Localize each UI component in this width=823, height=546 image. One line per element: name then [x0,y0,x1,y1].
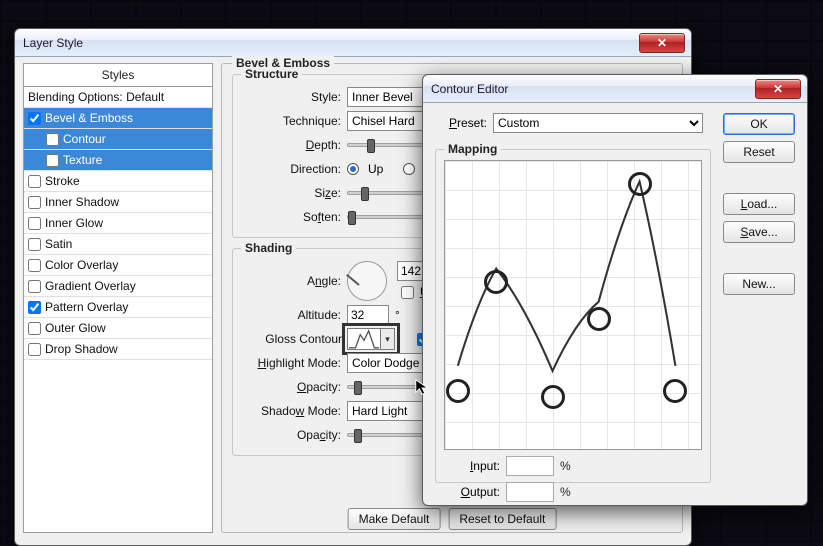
style-checkbox[interactable] [28,196,41,209]
style-label-text: Outer Glow [45,321,106,335]
angle-dial[interactable] [347,261,387,301]
reset-to-default-button[interactable]: Reset to Default [448,508,556,530]
style-checkbox[interactable] [28,259,41,272]
preset-select[interactable]: Custom [493,113,703,133]
direction-up-radio[interactable] [347,163,359,175]
input-label: Input: [444,459,500,473]
size-label: Size: [241,186,341,200]
style-list-item[interactable]: Bevel & Emboss [24,108,212,129]
styles-header: Styles [24,64,212,87]
style-label-text: Pattern Overlay [45,300,128,314]
output-label: Output: [444,485,500,499]
structure-legend: Structure [241,67,302,81]
curve-grid[interactable] [444,160,702,450]
style-label-text: Blending Options: Default [28,90,164,104]
curve-handle[interactable] [587,307,611,331]
style-list-item[interactable]: Color Overlay [24,255,212,276]
new-button[interactable]: New... [723,273,795,295]
style-list-item[interactable]: Outer Glow [24,318,212,339]
style-list-item[interactable]: Gradient Overlay [24,276,212,297]
style-label: Style: [241,90,341,104]
direction-label: Direction: [241,162,341,176]
style-checkbox[interactable] [28,301,41,314]
use-global-light-checkbox[interactable] [401,286,414,299]
style-list-item[interactable]: Blending Options: Default [24,87,212,108]
shadow-opacity-label: Opacity: [241,428,341,442]
soften-label: Soften: [241,210,341,224]
shadow-mode-label: Shadow Mode: [241,404,341,418]
style-list-item[interactable]: Inner Shadow [24,192,212,213]
highlight-mode-label: Highlight Mode: [241,356,341,370]
gloss-contour-label: Gloss Contour [241,332,341,346]
layer-style-titlebar[interactable]: Layer Style ✕ [15,29,691,57]
styles-panel: Styles Blending Options: Default Bevel & … [23,63,213,533]
style-label-text: Bevel & Emboss [45,111,133,125]
curve-handle[interactable] [446,379,470,403]
ok-button[interactable]: OK [723,113,795,135]
style-checkbox[interactable] [46,133,59,146]
gloss-contour-picker[interactable] [347,328,381,350]
style-list-item[interactable]: Stroke [24,171,212,192]
style-label-text: Contour [63,132,106,146]
input-value[interactable] [506,456,554,476]
styles-list: Blending Options: Default Bevel & Emboss C… [24,87,212,360]
mapping-legend: Mapping [444,142,501,156]
curve-handle[interactable] [663,379,687,403]
curve-handle[interactable] [541,385,565,409]
style-label-text: Inner Glow [45,216,103,230]
highlight-opacity-label: Opacity: [241,380,341,394]
load-button[interactable]: Load... [723,193,795,215]
depth-label: Depth: [241,138,341,152]
technique-label: Technique: [241,114,341,128]
style-checkbox[interactable] [28,280,41,293]
contour-editor-titlebar[interactable]: Contour Editor ✕ [423,75,807,103]
curve-handle[interactable] [628,172,652,196]
style-label-text: Texture [63,153,102,167]
angle-label: Angle: [241,274,341,288]
style-checkbox[interactable] [28,217,41,230]
style-list-item[interactable]: Inner Glow [24,213,212,234]
layer-style-title: Layer Style [21,36,83,50]
save-button[interactable]: Save... [723,221,795,243]
style-checkbox[interactable] [28,343,41,356]
curve-handle[interactable] [484,270,508,294]
style-checkbox[interactable] [28,112,41,125]
preset-label: Preset: [435,116,487,130]
style-list-item[interactable]: Texture [24,150,212,171]
style-checkbox[interactable] [28,238,41,251]
style-list-item[interactable]: Satin [24,234,212,255]
style-checkbox[interactable] [28,322,41,335]
altitude-label: Altitude: [241,308,341,322]
mapping-group: Mapping Input: % Output: % [435,149,711,483]
output-value[interactable] [506,482,554,502]
close-icon[interactable]: ✕ [639,33,685,53]
direction-down-radio[interactable] [403,163,415,175]
altitude-input[interactable]: 32 [347,305,389,325]
shading-legend: Shading [241,241,296,255]
style-list-item[interactable]: Pattern Overlay [24,297,212,318]
style-list-item[interactable]: Contour [24,129,212,150]
style-label-text: Stroke [45,174,80,188]
style-label-text: Gradient Overlay [45,279,136,293]
gloss-contour-dropdown-icon[interactable]: ▾ [381,328,395,350]
style-checkbox[interactable] [46,154,59,167]
contour-editor-window: Contour Editor ✕ Preset: Custom OK Reset… [422,74,808,506]
direction-up-label: Up [368,162,383,176]
style-label-text: Drop Shadow [45,342,118,356]
style-label-text: Satin [45,237,72,251]
style-label-text: Color Overlay [45,258,118,272]
style-list-item[interactable]: Drop Shadow [24,339,212,360]
style-checkbox[interactable] [28,175,41,188]
style-label-text: Inner Shadow [45,195,119,209]
make-default-button[interactable]: Make Default [348,508,441,530]
close-icon[interactable]: ✕ [755,79,801,99]
contour-editor-title: Contour Editor [429,82,508,96]
reset-button[interactable]: Reset [723,141,795,163]
